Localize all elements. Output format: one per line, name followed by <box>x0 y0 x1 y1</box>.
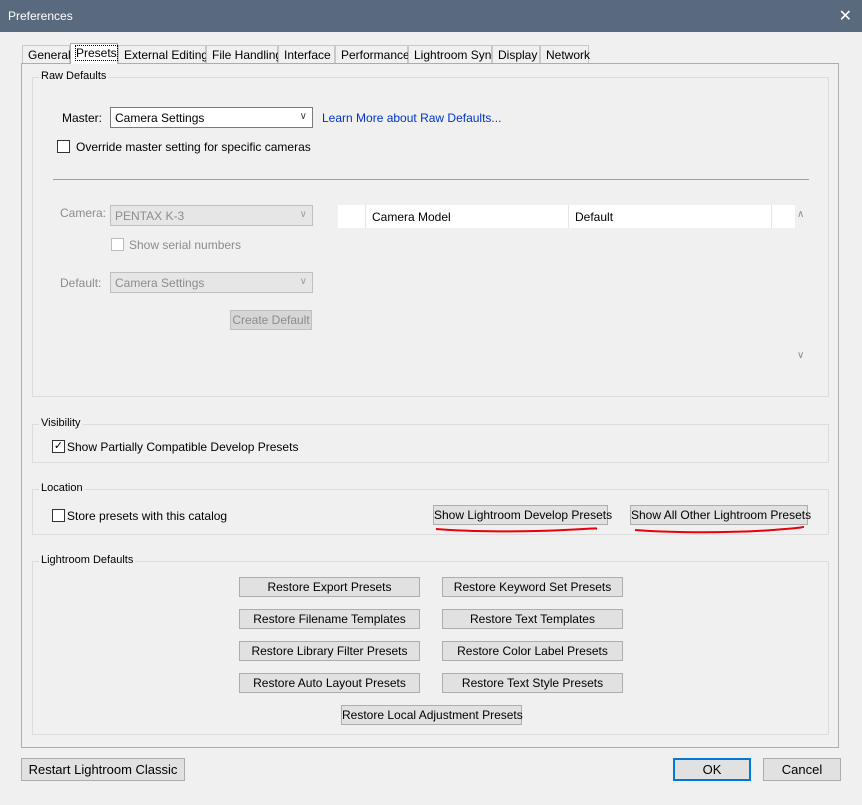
store-presets-with-catalog-checkbox[interactable] <box>52 509 65 522</box>
tab-lightroom-sync[interactable]: Lightroom Sync <box>408 45 497 64</box>
override-master-label: Override master setting for specific cam… <box>76 140 311 154</box>
master-select-value: Camera Settings <box>115 111 205 125</box>
cancel-button[interactable]: Cancel <box>763 758 841 781</box>
raw-defaults-legend: Raw Defaults <box>39 70 109 82</box>
camera-select[interactable]: PENTAX K-3 ∨ <box>110 205 313 226</box>
restore-library-filter-presets-button[interactable]: Restore Library Filter Presets <box>239 641 420 661</box>
tab-performance[interactable]: Performance <box>335 45 410 64</box>
tab-file-handling[interactable]: File Handling <box>206 45 282 64</box>
show-serial-numbers-label: Show serial numbers <box>129 238 242 252</box>
restore-auto-layout-presets-button[interactable]: Restore Auto Layout Presets <box>239 673 420 693</box>
tab-general[interactable]: General <box>22 45 71 64</box>
restore-color-label-presets-button[interactable]: Restore Color Label Presets <box>442 641 623 661</box>
show-serial-numbers-checkbox[interactable] <box>111 238 124 251</box>
master-select[interactable]: Camera Settings ∨ <box>110 107 313 128</box>
show-partially-compatible-checkbox[interactable]: ✓ <box>52 440 65 453</box>
checkmark-icon: ✓ <box>53 440 64 452</box>
override-master-checkbox[interactable] <box>57 140 70 153</box>
chevron-down-icon: ∨ <box>299 209 307 220</box>
restore-local-adjustment-presets-button[interactable]: Restore Local Adjustment Presets <box>341 705 523 725</box>
window-title: Preferences <box>8 9 73 23</box>
column-header-default[interactable]: Default <box>568 205 772 228</box>
develop-presets-annotation-underline <box>435 527 598 533</box>
restore-text-templates-button[interactable]: Restore Text Templates <box>442 609 623 629</box>
show-develop-presets-button[interactable]: Show Lightroom Develop Presets <box>433 505 612 525</box>
learn-more-raw-defaults-link[interactable]: Learn More about Raw Defaults... <box>322 111 501 125</box>
restore-keyword-set-presets-button[interactable]: Restore Keyword Set Presets <box>442 577 623 597</box>
restore-filename-templates-button[interactable]: Restore Filename Templates <box>239 609 420 629</box>
restore-text-style-presets-button[interactable]: Restore Text Style Presets <box>442 673 623 693</box>
lightroom-defaults-legend: Lightroom Defaults <box>39 554 136 566</box>
other-presets-annotation-underline <box>634 526 805 534</box>
show-partially-compatible-label: Show Partially Compatible Develop Preset… <box>67 440 299 454</box>
tab-display[interactable]: Display <box>492 45 540 64</box>
default-select[interactable]: Camera Settings ∨ <box>110 272 313 293</box>
camera-defaults-table: Camera Model Default ∧ ∨ <box>338 205 811 367</box>
tab-interface[interactable]: Interface <box>278 45 335 64</box>
default-select-value: Camera Settings <box>115 276 205 290</box>
camera-label: Camera: <box>60 206 107 220</box>
tab-network[interactable]: Network <box>540 45 590 64</box>
ok-button[interactable]: OK <box>673 758 751 781</box>
store-presets-with-catalog-label: Store presets with this catalog <box>67 509 228 523</box>
tab-presets[interactable]: Presets <box>70 43 118 64</box>
chevron-down-icon: ∨ <box>299 111 307 122</box>
show-other-presets-button[interactable]: Show All Other Lightroom Presets <box>630 505 811 525</box>
visibility-legend: Visibility <box>39 417 83 429</box>
chevron-down-icon: ∨ <box>299 276 307 287</box>
column-header-camera-model[interactable]: Camera Model <box>365 205 569 228</box>
restart-lightroom-button[interactable]: Restart Lightroom Classic <box>21 758 185 781</box>
create-default-button[interactable]: Create Default <box>230 310 312 330</box>
scroll-down-icon[interactable]: ∨ <box>797 350 804 361</box>
location-legend: Location <box>39 482 85 494</box>
scroll-up-icon[interactable]: ∧ <box>797 209 804 220</box>
column-header-spacer <box>771 205 795 228</box>
title-bar: Preferences ✕ <box>0 0 862 32</box>
master-label: Master: <box>62 111 103 125</box>
camera-select-value: PENTAX K-3 <box>115 209 185 223</box>
default-label: Default: <box>60 276 102 290</box>
preferences-dialog: Preferences ✕ General Presets External E… <box>0 0 862 805</box>
tab-external-editing[interactable]: External Editing <box>118 45 208 64</box>
close-icon[interactable]: ✕ <box>839 6 852 26</box>
raw-defaults-separator <box>53 179 809 180</box>
restore-export-presets-button[interactable]: Restore Export Presets <box>239 577 420 597</box>
table-header: Camera Model Default <box>338 205 795 228</box>
